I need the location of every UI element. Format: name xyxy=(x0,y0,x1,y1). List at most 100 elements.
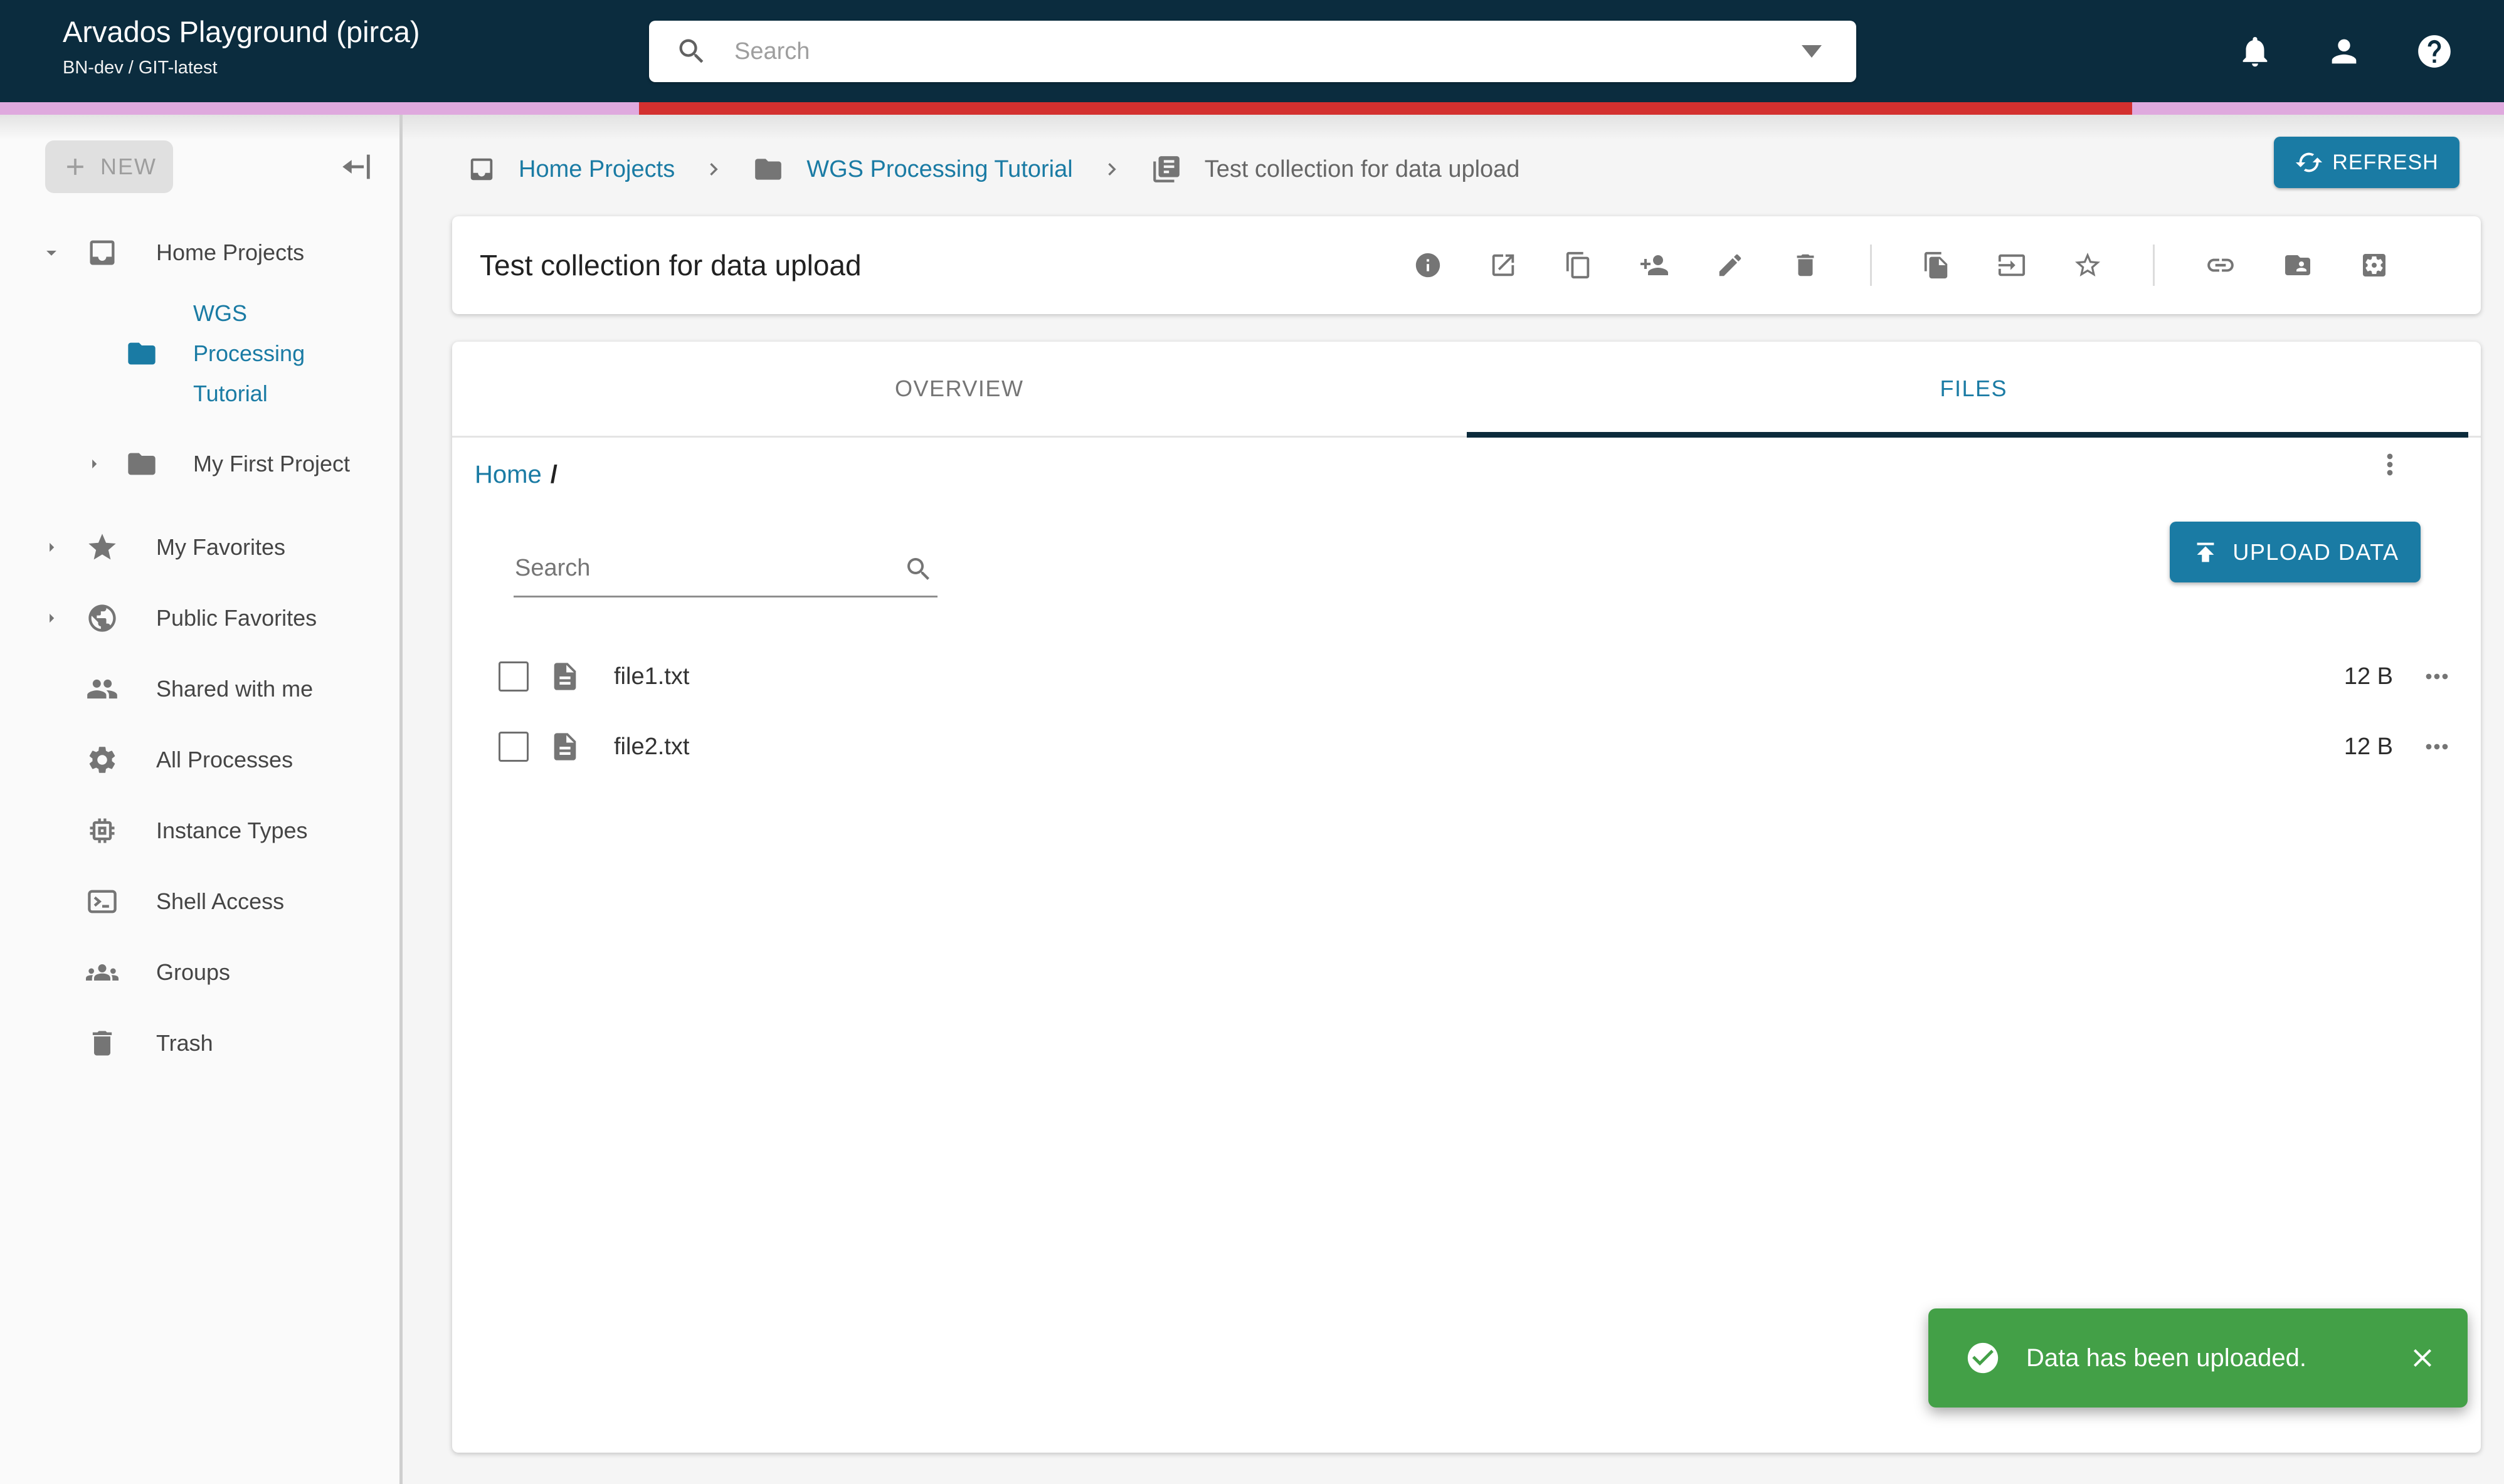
sidebar-item-shell-access[interactable]: Shell Access xyxy=(0,866,399,937)
caret-right-icon[interactable] xyxy=(39,608,64,629)
files-path-home-link[interactable]: Home xyxy=(475,461,542,488)
chevron-right-icon xyxy=(1099,157,1124,182)
close-icon xyxy=(2407,1343,2438,1373)
star-outline-icon xyxy=(2073,250,2103,280)
file-size: 12 B xyxy=(2268,734,2393,760)
gear-icon xyxy=(86,743,119,777)
breadcrumb-label: Test collection for data upload xyxy=(1205,156,1520,183)
upload-data-button[interactable]: UPLOAD DATA xyxy=(2170,522,2421,582)
collection-title-card: Test collection for data upload xyxy=(452,216,2481,314)
file-name: file2.txt xyxy=(614,734,2268,760)
file-row[interactable]: file2.txt 12 B xyxy=(452,712,2481,782)
file-row[interactable]: file1.txt 12 B xyxy=(452,641,2481,712)
app-title: Arvados Playground (pirca) xyxy=(63,14,420,50)
toast-close-button[interactable] xyxy=(2407,1343,2438,1373)
plus-icon xyxy=(61,153,89,181)
caret-down-icon[interactable] xyxy=(39,241,64,265)
global-search-input[interactable] xyxy=(733,38,1802,66)
sidebar: NEW Home Projects WGS Processing Tutoria… xyxy=(0,115,403,1484)
sidebar-item-shared-with-me[interactable]: Shared with me xyxy=(0,653,399,724)
notifications-bell-icon xyxy=(2237,33,2273,70)
sidebar-item-all-processes[interactable]: All Processes xyxy=(0,724,399,795)
globe-icon xyxy=(86,601,119,635)
settings-button[interactable] xyxy=(2359,250,2389,280)
file-copy-button[interactable] xyxy=(1922,251,1951,280)
collapse-sidebar-button[interactable] xyxy=(338,149,374,185)
groups-icon xyxy=(86,954,119,991)
sidebar-item-label: Trash xyxy=(156,1023,213,1063)
files-search-input[interactable] xyxy=(514,555,904,596)
chevron-right-icon xyxy=(701,157,726,182)
sidebar-item-label: Shared with me xyxy=(156,669,313,709)
breadcrumb-home-projects[interactable]: Home Projects xyxy=(467,155,675,184)
file-more-button[interactable] xyxy=(2393,730,2481,763)
toolbar-divider xyxy=(2153,245,2155,286)
tab-overview[interactable]: OVERVIEW xyxy=(452,342,1467,436)
toast-message: Data has been uploaded. xyxy=(2026,1344,2407,1372)
breadcrumb-wgs-processing-tutorial[interactable]: WGS Processing Tutorial xyxy=(753,154,1072,185)
help-button[interactable] xyxy=(2415,32,2454,71)
file-more-button[interactable] xyxy=(2393,660,2481,693)
sidebar-item-label: All Processes xyxy=(156,740,293,780)
files-search[interactable] xyxy=(514,527,938,597)
copy-button[interactable] xyxy=(1564,251,1593,280)
notifications-button[interactable] xyxy=(2237,33,2273,70)
check-circle-icon xyxy=(1965,1340,2001,1376)
share-person-add-button[interactable] xyxy=(1639,250,1669,280)
sidebar-item-label: Groups xyxy=(156,952,230,992)
sidebar-item-my-first-project[interactable]: My First Project xyxy=(0,424,399,504)
main-panel: Home Projects WGS Processing Tutorial Te… xyxy=(403,115,2504,1484)
search-icon xyxy=(904,554,934,584)
file-name: file1.txt xyxy=(614,663,2268,690)
file-checkbox[interactable] xyxy=(499,661,529,692)
files-more-menu-button[interactable] xyxy=(2372,447,2407,482)
tab-bar: OVERVIEW FILES xyxy=(452,342,2481,438)
inbox-icon xyxy=(467,155,496,184)
file-copy-icon xyxy=(1922,251,1951,280)
more-horiz-icon xyxy=(2421,730,2453,763)
folder-shared-button[interactable] xyxy=(2283,250,2313,280)
account-button[interactable] xyxy=(2326,33,2362,70)
sidebar-item-groups[interactable]: Groups xyxy=(0,937,399,1008)
collection-title: Test collection for data upload xyxy=(480,248,862,282)
sidebar-item-home-projects[interactable]: Home Projects xyxy=(0,224,399,281)
sidebar-item-label: Home Projects xyxy=(156,233,304,273)
move-to-button[interactable] xyxy=(1997,251,2026,280)
breadcrumb-current-collection[interactable]: Test collection for data upload xyxy=(1151,154,1520,185)
breadcrumb-label: WGS Processing Tutorial xyxy=(806,156,1072,183)
folder-icon xyxy=(125,448,158,480)
new-button[interactable]: NEW xyxy=(45,140,173,193)
delete-icon xyxy=(1791,251,1820,280)
more-vert-icon xyxy=(2374,448,2406,481)
refresh-button[interactable]: REFRESH xyxy=(2274,137,2459,188)
link-icon xyxy=(2205,250,2236,281)
search-dropdown-caret-icon[interactable] xyxy=(1802,45,1822,58)
trash-icon xyxy=(86,1027,119,1060)
sidebar-item-public-favorites[interactable]: Public Favorites xyxy=(0,582,399,653)
breadcrumb: Home Projects WGS Processing Tutorial Te… xyxy=(467,141,1519,197)
copy-link-button[interactable] xyxy=(2205,250,2236,281)
caret-right-icon[interactable] xyxy=(39,537,64,558)
global-search[interactable] xyxy=(649,21,1856,82)
file-checkbox[interactable] xyxy=(499,732,529,762)
open-in-new-icon xyxy=(1489,251,1518,280)
caret-right-icon[interactable] xyxy=(82,453,107,475)
favorite-star-button[interactable] xyxy=(2073,250,2103,280)
brand: Arvados Playground (pirca) BN-dev / GIT-… xyxy=(63,14,420,80)
info-button[interactable] xyxy=(1413,251,1442,280)
edit-button[interactable] xyxy=(1716,251,1745,280)
sidebar-item-label: Instance Types xyxy=(156,811,308,851)
upload-icon xyxy=(2191,538,2220,567)
app-subtitle: BN-dev / GIT-latest xyxy=(63,55,420,80)
file-icon xyxy=(549,660,581,693)
sidebar-item-my-favorites[interactable]: My Favorites xyxy=(0,512,399,582)
success-toast: Data has been uploaded. xyxy=(1928,1308,2468,1408)
sidebar-item-instance-types[interactable]: Instance Types xyxy=(0,795,399,866)
sidebar-item-trash[interactable]: Trash xyxy=(0,1008,399,1078)
sidebar-item-label: Public Favorites xyxy=(156,598,317,638)
sidebar-item-wgs-processing-tutorial[interactable]: WGS Processing Tutorial xyxy=(0,293,399,414)
open-in-new-button[interactable] xyxy=(1489,251,1518,280)
delete-button[interactable] xyxy=(1791,251,1820,280)
new-button-label: NEW xyxy=(100,154,157,180)
tab-files[interactable]: FILES xyxy=(1467,342,2481,436)
